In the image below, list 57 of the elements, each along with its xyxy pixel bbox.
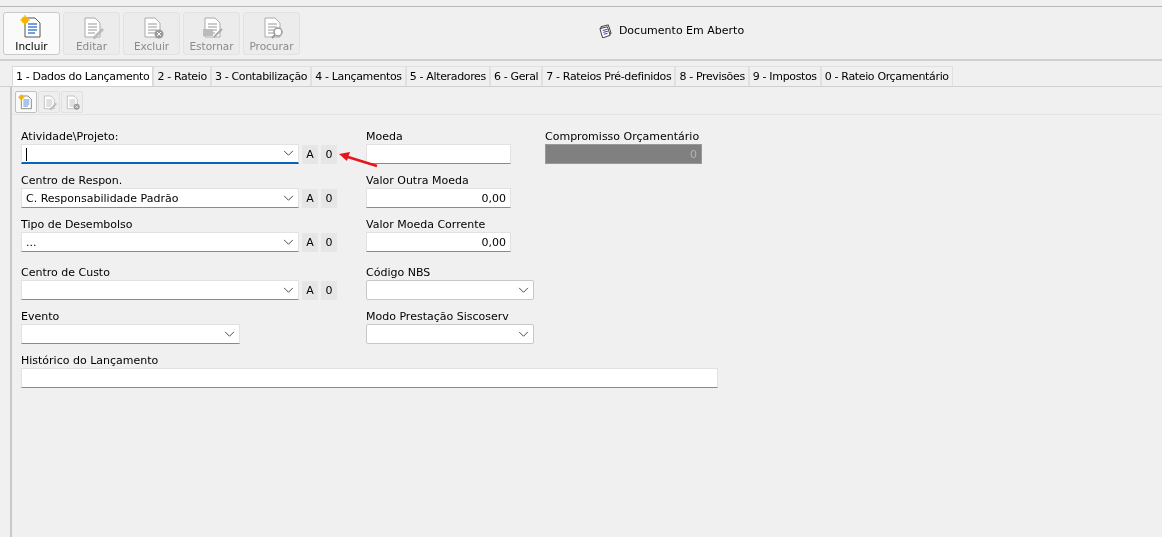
input-field[interactable] — [366, 144, 511, 164]
tab[interactable]: 5 - Alteradores — [405, 66, 490, 86]
chevron-down-icon — [283, 194, 294, 202]
field-label: Compromisso Orçamentário — [545, 129, 701, 144]
input-field[interactable]: 0,00 — [366, 232, 511, 252]
new-document-icon — [19, 15, 44, 39]
small-button[interactable]: A — [302, 188, 318, 208]
dropdown-field[interactable] — [21, 324, 240, 344]
field-label: Centro de Respon. — [21, 173, 124, 188]
dropdown-field[interactable] — [366, 324, 534, 344]
tab[interactable]: 6 - Geral — [489, 66, 543, 86]
field-label: Valor Moeda Corrente — [366, 217, 487, 232]
dropdown-field[interactable]: C. Responsabilidade Padrão — [21, 188, 299, 208]
dropdown-field[interactable] — [366, 280, 534, 300]
dropdown-field[interactable] — [21, 144, 299, 164]
input-field[interactable] — [21, 368, 718, 388]
chevron-down-icon — [283, 286, 294, 294]
field-label: Modo Prestação Siscoserv — [366, 309, 510, 324]
small-button[interactable]: 0 — [321, 232, 337, 252]
toolbar-button[interactable]: Incluir — [3, 12, 60, 55]
small-button[interactable]: A — [302, 232, 318, 252]
small-button[interactable]: 0 — [321, 280, 337, 300]
chevron-down-icon — [518, 286, 529, 294]
small-button[interactable]: 0 — [321, 144, 337, 164]
edit-document-icon — [41, 94, 57, 110]
tab[interactable]: 7 - Rateios Pré-definidos — [542, 66, 676, 86]
dropdown-field[interactable]: ... — [21, 232, 299, 252]
field-label: Atividade\Projeto: — [21, 129, 120, 144]
toolbar-button[interactable] — [15, 91, 37, 113]
dropdown-field[interactable] — [21, 280, 299, 300]
tab[interactable]: 2 - Rateio — [153, 66, 211, 86]
chevron-down-icon — [283, 238, 294, 246]
tab[interactable]: 1 - Dados do Lançamento — [12, 66, 154, 86]
tab[interactable]: 8 - Previsões — [675, 66, 749, 86]
status-title: Documento Em Aberto — [618, 24, 745, 37]
chevron-down-icon — [224, 330, 235, 338]
small-button[interactable]: A — [302, 144, 318, 164]
small-button[interactable]: A — [302, 280, 318, 300]
field-label: Histórico do Lançamento — [21, 353, 160, 368]
field-label: Valor Outra Moeda — [366, 173, 470, 188]
field-label: Moeda — [366, 129, 404, 144]
field-label: Tipo de Desembolso — [21, 217, 134, 232]
chevron-down-icon — [283, 150, 294, 157]
tab[interactable]: 3 - Contabilização — [210, 66, 312, 86]
small-button[interactable]: 0 — [321, 188, 337, 208]
field-label: Centro de Custo — [21, 265, 111, 280]
chevron-down-icon — [518, 330, 529, 338]
input-field[interactable]: 0,00 — [366, 188, 511, 208]
new-document-icon — [18, 94, 34, 110]
delete-document-icon — [64, 94, 80, 110]
arrow-annotation — [339, 152, 379, 168]
tab[interactable]: 4 - Lançamentos — [311, 66, 406, 86]
tab[interactable]: 0 - Rateio Orçamentário — [820, 66, 953, 86]
tab[interactable]: 9 - Impostos — [748, 66, 821, 86]
document-stack-icon — [597, 23, 613, 38]
field-label: Evento — [21, 309, 61, 324]
field-label: Código NBS — [366, 265, 432, 280]
